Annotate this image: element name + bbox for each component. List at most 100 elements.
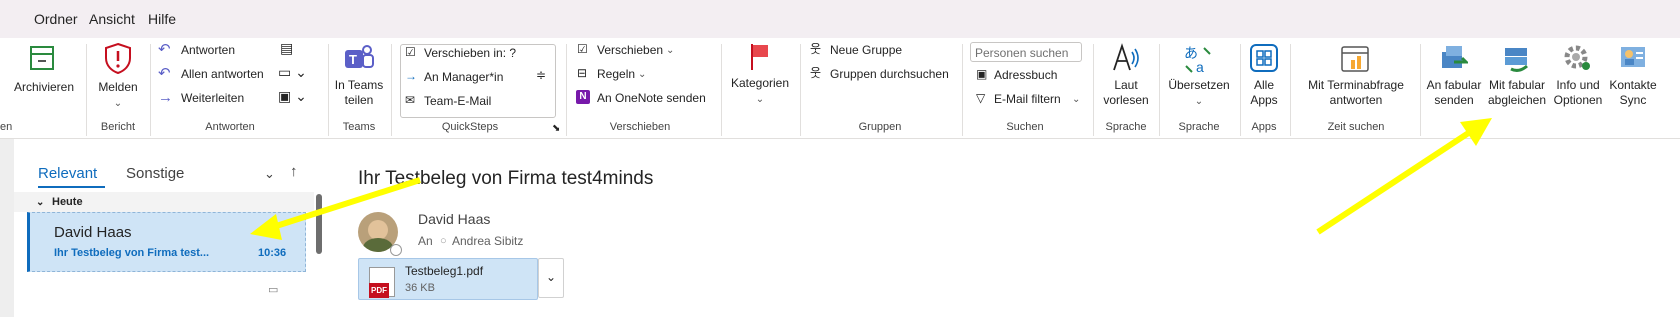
separator bbox=[86, 44, 87, 136]
forward-icon: → bbox=[158, 89, 173, 106]
uebersetzen-label: Übersetzen bbox=[1168, 78, 1230, 92]
teams-label-2: teilen bbox=[344, 93, 374, 107]
chevron-down-icon: ⌄ bbox=[1072, 94, 1081, 105]
separator bbox=[150, 44, 151, 136]
people-add-icon: 웃 bbox=[810, 42, 822, 56]
menu-hilfe[interactable]: Hilfe bbox=[148, 11, 176, 27]
next-item-icon: ▭ bbox=[268, 284, 279, 296]
laut-label-2: vorlesen bbox=[1103, 93, 1149, 107]
to-name[interactable]: Andrea Sibitz bbox=[452, 234, 523, 249]
separator bbox=[1290, 44, 1291, 136]
tab-sonstige[interactable]: Sonstige bbox=[126, 166, 184, 181]
reading-sender[interactable]: David Haas bbox=[418, 212, 490, 227]
separator bbox=[1240, 44, 1241, 136]
info-optionen-label-1: Info und bbox=[1556, 78, 1600, 92]
kontakte-sync-label-2: Sync bbox=[1619, 93, 1647, 107]
menu-ordner[interactable]: Ordner bbox=[34, 11, 78, 27]
tab-relevant[interactable]: Relevant bbox=[38, 166, 97, 181]
qs-manager-label: An Manager*in bbox=[424, 70, 504, 84]
regeln-label: Regeln bbox=[597, 67, 636, 81]
address-book-icon: ▣ bbox=[976, 67, 988, 81]
calendar-reply-icon[interactable]: ▤ bbox=[280, 41, 293, 56]
separator bbox=[328, 44, 329, 136]
alle-apps-label-1: Alle bbox=[1253, 78, 1274, 92]
personen-suchen-input[interactable]: Personen suchen bbox=[970, 42, 1082, 62]
separator bbox=[1093, 44, 1094, 136]
kategorien-label: Kategorien bbox=[730, 76, 790, 90]
verschieben-label: Verschieben bbox=[597, 43, 664, 57]
quicksteps-more-icon[interactable]: ≑ bbox=[536, 68, 546, 83]
tab-selected-indicator bbox=[38, 186, 105, 188]
fabular-senden-label-2: senden bbox=[1434, 93, 1474, 107]
separator bbox=[800, 44, 801, 136]
fabular-abgleichen-label-2: abgleichen bbox=[1487, 93, 1547, 107]
attachment-card[interactable]: PDF Testbeleg1.pdf 36 KB bbox=[358, 258, 538, 300]
qs-team-email-label: Team-E-Mail bbox=[424, 94, 492, 108]
antworten-group-label: Antworten bbox=[205, 121, 255, 133]
verschieben-group-label: Verschieben bbox=[609, 121, 671, 133]
reply-all-icon: ↶ bbox=[158, 65, 171, 82]
im-reply-icon[interactable]: ▭ ⌄ bbox=[278, 65, 307, 80]
teams-label-1: In Teams bbox=[334, 78, 384, 92]
kontakte-sync-label-1: Kontakte bbox=[1609, 78, 1657, 92]
sprache-group-label-1: Sprache bbox=[1105, 121, 1147, 133]
folder-pane-collapsed bbox=[0, 139, 14, 317]
sort-arrow-icon[interactable]: ↑ bbox=[290, 164, 298, 179]
gear-icon bbox=[1564, 45, 1590, 70]
melden-dropdown-icon[interactable]: ⌄ bbox=[112, 96, 124, 111]
avatar-body bbox=[363, 238, 393, 252]
bericht-group-label: Bericht bbox=[100, 121, 136, 133]
dialog-launcher-icon[interactable]: ⬊ bbox=[552, 121, 560, 136]
quicksteps-group-label: QuickSteps bbox=[441, 121, 499, 133]
archive-icon bbox=[30, 46, 54, 70]
menu-bar: Ordner Ansicht Hilfe bbox=[0, 0, 1680, 38]
chevron-down-icon: ⌄ bbox=[1194, 96, 1204, 107]
fabular-sync-icon bbox=[1505, 48, 1528, 72]
suchen-group-label: Suchen bbox=[1006, 121, 1044, 133]
more-respond-icon[interactable]: ▣ ⌄ bbox=[278, 89, 307, 104]
mail-list-item[interactable]: David Haas Ihr Testbeleg von Firma test.… bbox=[27, 212, 306, 272]
attachment-menu-button[interactable]: ⌄ bbox=[538, 258, 564, 298]
sprache-group-label-2: Sprache bbox=[1178, 121, 1220, 133]
fabular-abgleichen-label-1: Mit fabular bbox=[1488, 78, 1546, 92]
cut-group-label: en bbox=[0, 121, 13, 133]
envelope-icon: ✉ bbox=[405, 93, 416, 107]
laut-label-1: Laut bbox=[1114, 78, 1138, 92]
heute-label: Heute bbox=[52, 196, 83, 208]
onenote-label: An OneNote senden bbox=[597, 91, 706, 105]
mail-list-scrollbar[interactable] bbox=[316, 194, 322, 254]
report-shield-icon bbox=[105, 42, 131, 74]
separator bbox=[1159, 44, 1160, 136]
recipient-status-icon: ○ bbox=[440, 235, 447, 247]
flag-icon bbox=[751, 44, 768, 70]
alle-apps-label-2: Apps bbox=[1250, 93, 1278, 107]
mail-sender: David Haas bbox=[54, 224, 132, 241]
to-label: An bbox=[418, 234, 433, 248]
reply-icon: ↶ bbox=[158, 41, 171, 58]
avatar-face bbox=[368, 220, 388, 240]
antworten-label: Antworten bbox=[181, 43, 236, 57]
presence-status-icon bbox=[390, 244, 402, 256]
rules-icon: ⊟ bbox=[577, 66, 588, 80]
chevron-down-icon: ⌄ bbox=[545, 270, 557, 284]
read-aloud-icon bbox=[1113, 43, 1139, 71]
terminabfrage-label-1: Mit Terminabfrage bbox=[1308, 78, 1404, 92]
move-icon: ☑ bbox=[577, 42, 588, 56]
translate-icon: あ a bbox=[1184, 46, 1211, 74]
people-search-icon: 웃 bbox=[810, 66, 822, 80]
qs-verschieben-label: Verschieben in: ? bbox=[424, 46, 517, 60]
group-header-heute[interactable]: ⌄ Heute bbox=[14, 192, 314, 212]
chevron-down-icon: ⌄ bbox=[755, 94, 765, 105]
menu-ansicht[interactable]: Ansicht bbox=[89, 11, 135, 27]
separator bbox=[391, 44, 392, 136]
archivieren-label: Archivieren bbox=[14, 80, 75, 94]
attachment-name: Testbeleg1.pdf bbox=[405, 264, 484, 278]
gruppen-group-label: Gruppen bbox=[858, 121, 902, 133]
apps-grid-icon bbox=[1250, 44, 1278, 72]
melden-label: Melden bbox=[98, 80, 138, 94]
mail-subject: Ihr Testbeleg von Firma test... bbox=[54, 247, 210, 259]
filter-chevron-icon[interactable]: ⌄ bbox=[264, 166, 275, 181]
to-manager-icon: → bbox=[405, 69, 417, 83]
teams-icon: T bbox=[345, 45, 374, 68]
chevron-down-icon: ⌄ bbox=[666, 45, 675, 56]
